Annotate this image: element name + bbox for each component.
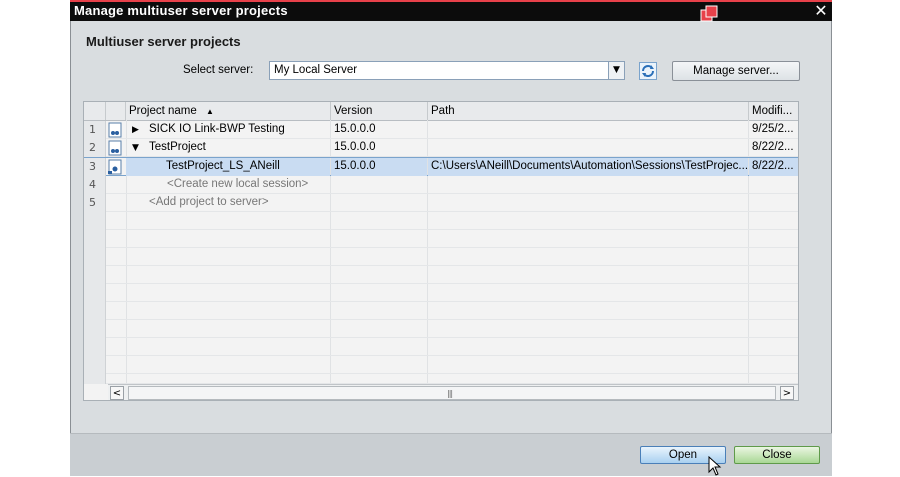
expand-arrow-icon[interactable]: ▶ — [132, 121, 139, 139]
row-number: 3 — [84, 158, 106, 176]
manage-projects-dialog: Manage multiuser server projects ✕ Multi… — [70, 0, 832, 476]
section-title: Multiuser server projects — [86, 34, 241, 49]
select-server-label: Select server: — [183, 64, 254, 76]
mouse-cursor-icon — [708, 456, 722, 476]
scroll-right-button[interactable]: > — [780, 386, 794, 400]
column-version[interactable]: Version — [331, 102, 428, 120]
project-version: 15.0.0.0 — [334, 141, 376, 153]
window-title: Manage multiuser server projects — [74, 3, 288, 18]
project-name: TestProject — [149, 141, 206, 153]
table-row[interactable]: 1 ▶ SICK IO Link-BWP Testing 15.0.0.0 9/… — [84, 121, 798, 139]
project-path — [428, 139, 748, 157]
window-stack-icon — [700, 5, 718, 22]
add-project-link[interactable]: <Add project to server> — [146, 194, 330, 212]
project-modified: 8/22/2... — [749, 158, 798, 176]
refresh-icon — [642, 65, 654, 77]
table-row[interactable]: 4 <Create new local session> — [84, 176, 798, 194]
project-path: C:\Users\ANeill\Documents\Automation\Ses… — [428, 158, 748, 176]
title-bar[interactable]: Manage multiuser server projects ✕ — [70, 0, 832, 22]
row-number: 1 — [84, 121, 106, 139]
scroll-left-button[interactable]: < — [110, 386, 124, 400]
table-row[interactable]: 5 <Add project to server> — [84, 194, 798, 212]
project-modified: 9/25/2... — [752, 123, 794, 135]
project-icon — [106, 139, 126, 157]
server-dropdown[interactable]: My Local Server ▼ — [269, 61, 625, 80]
header-rownum — [84, 102, 106, 120]
project-name: SICK IO Link-BWP Testing — [149, 123, 285, 135]
refresh-button[interactable] — [639, 62, 657, 80]
close-icon[interactable]: ✕ — [812, 2, 830, 20]
project-path — [428, 121, 748, 139]
create-local-session-link[interactable]: <Create new local session> — [164, 176, 330, 194]
chevron-down-icon[interactable]: ▼ — [608, 62, 624, 79]
project-modified: 8/22/2... — [752, 141, 794, 153]
projects-table: Project name ▲ Version Path Modifi... 1 … — [83, 101, 799, 401]
column-path[interactable]: Path — [428, 102, 749, 120]
header-icon — [106, 102, 126, 120]
horizontal-scrollbar[interactable]: < ||| > — [108, 384, 798, 400]
project-version: 15.0.0.0 — [334, 123, 376, 135]
column-modified[interactable]: Modifi... — [749, 102, 798, 120]
manage-server-button[interactable]: Manage server... — [672, 61, 800, 81]
row-number: 5 — [84, 194, 106, 212]
collapse-arrow-icon[interactable]: ▼ — [132, 139, 139, 157]
project-version: 15.0.0.0 — [331, 158, 427, 176]
column-project-name-label: Project name — [129, 105, 197, 117]
sort-ascending-icon: ▲ — [205, 107, 214, 116]
column-project-name[interactable]: Project name ▲ — [126, 102, 331, 120]
table-header: Project name ▲ Version Path Modifi... — [84, 102, 798, 121]
server-dropdown-value: My Local Server — [274, 64, 358, 76]
row-number: 2 — [84, 139, 106, 157]
scroll-thumb[interactable]: ||| — [128, 386, 776, 400]
project-icon — [106, 121, 126, 139]
row-number: 4 — [84, 176, 106, 194]
close-button[interactable]: Close — [734, 446, 820, 464]
grip-icon: ||| — [447, 389, 453, 398]
table-row-selected[interactable]: 3 TestProject_LS_ANeill 15.0.0.0 C:\User… — [84, 157, 798, 176]
project-name: TestProject_LS_ANeill — [126, 158, 330, 176]
local-session-icon — [106, 158, 126, 176]
table-row[interactable]: 2 ▼ TestProject 15.0.0.0 8/22/2... — [84, 139, 798, 157]
